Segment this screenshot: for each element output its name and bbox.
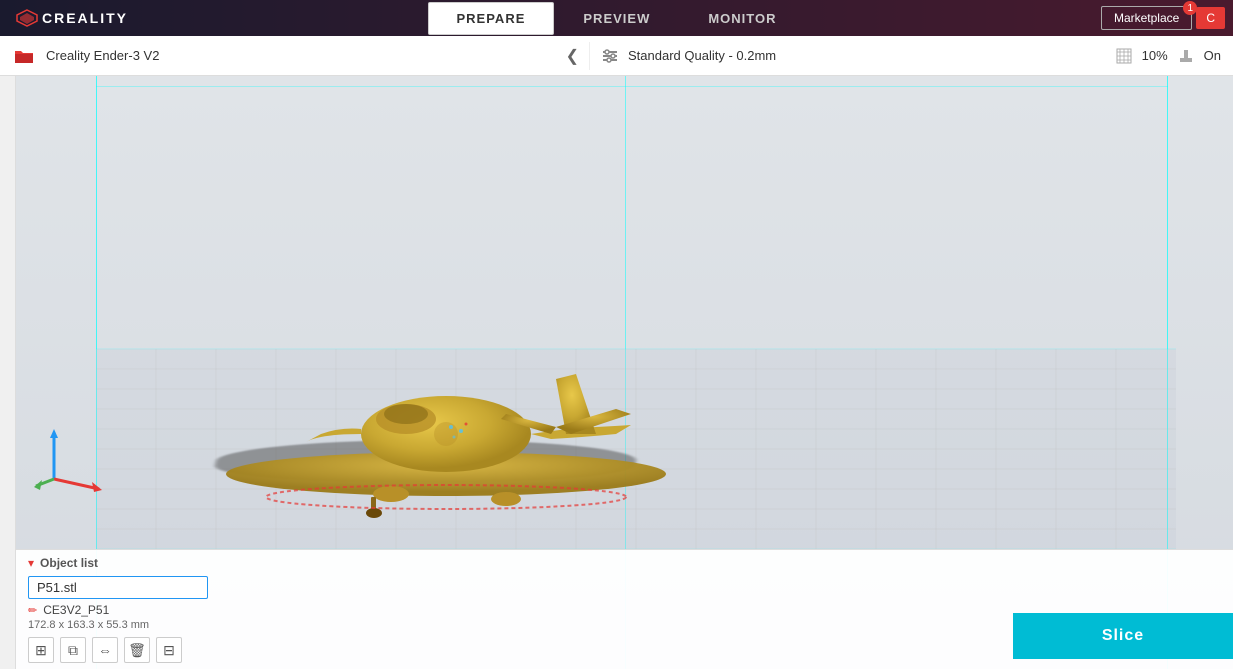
nav-right-area: Marketplace 1 C [1101, 6, 1233, 30]
aircraft-model [196, 279, 696, 549]
settings2-button[interactable]: ⊟ [156, 637, 182, 663]
app-logo: CREALITY [0, 9, 144, 27]
object-list-header: ▾ Object list [28, 556, 1221, 570]
printer-chevron-button[interactable]: ❮ [566, 46, 579, 66]
delete-button[interactable]: 🗑 [124, 637, 150, 663]
support-value-label: On [1204, 48, 1221, 63]
duplicate-button[interactable]: ⊞ [28, 637, 54, 663]
quality-label: Standard Quality - 0.2mm [628, 48, 776, 63]
pencil-icon: ✏ [28, 604, 37, 617]
printer-section: Creality Ender-3 V2 ❮ [0, 42, 590, 70]
marketplace-label: Marketplace [1114, 11, 1179, 25]
marketplace-button[interactable]: Marketplace 1 [1101, 6, 1192, 30]
printer-name-label: Creality Ender-3 V2 [46, 48, 558, 63]
object-list-chevron[interactable]: ▾ [28, 556, 34, 570]
aircraft-svg [196, 279, 696, 549]
tab-monitor[interactable]: MONITOR [679, 2, 805, 35]
axis-indicator [34, 424, 104, 494]
user-button[interactable]: C [1196, 7, 1225, 29]
folder-button[interactable] [10, 42, 38, 70]
secondary-toolbar: Creality Ender-3 V2 ❮ Standard Quality -… [0, 36, 1233, 76]
object-config-label: CE3V2_P51 [43, 603, 109, 617]
tab-prepare[interactable]: PREPARE [427, 2, 554, 35]
folder-icon [13, 47, 35, 65]
3d-viewport[interactable]: ▾ Object list ✏ CE3V2_P51 172.8 x 163.3 … [16, 76, 1233, 669]
infill-value-label: 10% [1142, 48, 1168, 63]
infill-icon [1116, 48, 1132, 64]
tab-preview[interactable]: PREVIEW [554, 2, 679, 35]
support-icon [1178, 48, 1194, 64]
main-area: ▾ Object list ✏ CE3V2_P51 172.8 x 163.3 … [0, 76, 1233, 669]
quality-settings-icon [602, 48, 618, 64]
quality-section: Standard Quality - 0.2mm 10% On [590, 48, 1233, 64]
left-sidebar [0, 76, 16, 669]
object-filename-input[interactable] [28, 576, 208, 599]
nav-tab-group: PREPARE PREVIEW MONITOR [427, 2, 805, 35]
top-navigation: CREALITY PREPARE PREVIEW MONITOR Marketp… [0, 0, 1233, 36]
mirror-button[interactable]: ⇔ [92, 637, 118, 663]
creality-logo-icon [16, 9, 38, 27]
app-name: CREALITY [42, 10, 128, 26]
boundary-line-top [96, 86, 1168, 87]
object-list-title: Object list [40, 556, 98, 570]
slice-button[interactable]: Slice [1013, 613, 1233, 659]
marketplace-badge: 1 [1183, 1, 1197, 15]
duplicate2-button[interactable]: ⧉ [60, 637, 86, 663]
